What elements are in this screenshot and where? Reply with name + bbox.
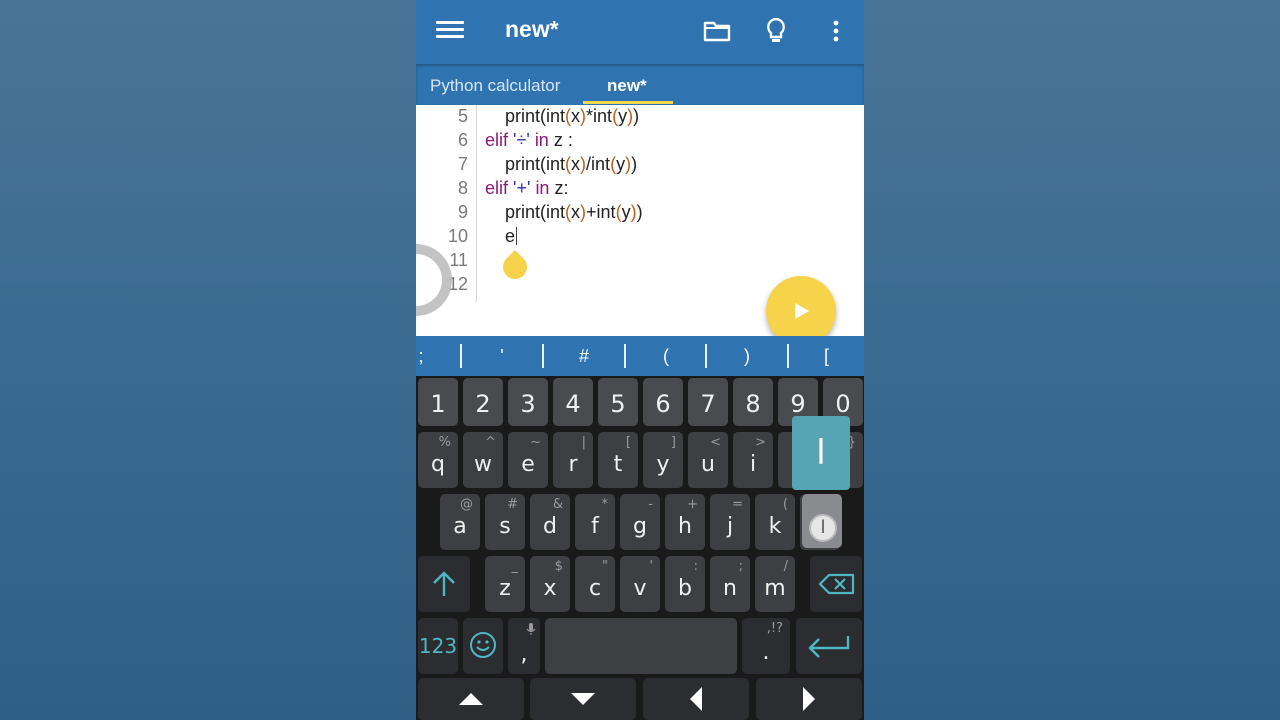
key-b[interactable]: :b <box>665 556 705 612</box>
line-code: print(int(x)*int(y)) <box>505 106 640 126</box>
line-number: 9 <box>457 202 468 222</box>
key-i[interactable]: > i <box>733 432 773 488</box>
key-r[interactable]: | r <box>553 432 593 488</box>
key-4[interactable]: 4 <box>553 378 593 426</box>
cursor-down-key[interactable] <box>530 678 636 720</box>
file-tabs: Python calculator new* <box>416 64 864 105</box>
code-editor[interactable]: 5 print(int(x)*int(y)) 6 elif '÷' in z :… <box>416 105 864 336</box>
key-2[interactable]: 2 <box>463 378 503 426</box>
enter-arrow-icon <box>808 636 850 658</box>
triangle-up-icon <box>459 693 483 705</box>
line-number: 10 <box>447 226 468 246</box>
run-button[interactable] <box>766 276 836 336</box>
app-bar: new* <box>416 0 864 64</box>
line-code: elif '+' in z: <box>485 178 569 198</box>
key-f[interactable]: * f <box>575 494 615 550</box>
key-u[interactable]: < u <box>688 432 728 488</box>
gutter-divider <box>476 105 477 302</box>
key-s[interactable]: # s <box>485 494 525 550</box>
key-8[interactable]: 8 <box>733 378 773 426</box>
period-key[interactable]: ,!? . <box>742 618 790 674</box>
shift-arrow-icon <box>433 571 455 596</box>
microphone-icon <box>526 623 536 635</box>
backspace-icon <box>818 573 855 595</box>
key-c[interactable]: " c <box>575 556 615 612</box>
cursor-right-key[interactable] <box>756 678 862 720</box>
symbol-quote[interactable]: ' <box>462 336 542 376</box>
key-t[interactable]: [t <box>598 432 638 488</box>
line-code: print(int(x)/int(y)) <box>505 154 638 174</box>
lightbulb-icon[interactable] <box>761 16 791 46</box>
key-m[interactable]: / m <box>755 556 795 612</box>
triangle-down-icon <box>571 693 595 705</box>
key-k[interactable]: (k <box>755 494 795 550</box>
phone-screen: new* Python calculator new* 5 print(int(… <box>416 0 864 720</box>
line-code: e <box>505 226 518 246</box>
app-title: new* <box>505 16 559 42</box>
line-number: 6 <box>457 130 468 150</box>
key-v[interactable]: ' v <box>620 556 660 612</box>
key-a[interactable]: @ a <box>440 494 480 550</box>
symbol-bar: ; ' # ( ) [ <box>416 336 864 376</box>
key-e[interactable]: ~ e <box>508 432 548 488</box>
emoji-key[interactable] <box>463 618 503 674</box>
key-d[interactable]: & d <box>530 494 570 550</box>
key-preview-popup: l <box>792 416 850 490</box>
key-z[interactable]: _ z <box>485 556 525 612</box>
line-number: 8 <box>457 178 468 198</box>
touch-point-indicator: l <box>809 514 837 542</box>
key-g[interactable]: -g <box>620 494 660 550</box>
key-j[interactable]: = j <box>710 494 750 550</box>
backspace-key[interactable] <box>810 556 862 612</box>
key-y[interactable]: ] y <box>643 432 683 488</box>
key-q[interactable]: % q <box>418 432 458 488</box>
key-7[interactable]: 7 <box>688 378 728 426</box>
key-3[interactable]: 3 <box>508 378 548 426</box>
more-vert-icon[interactable] <box>821 16 851 46</box>
line-number: 7 <box>457 154 468 174</box>
key-6[interactable]: 6 <box>643 378 683 426</box>
emoji-icon <box>470 632 496 658</box>
symbol-close-paren[interactable]: ) <box>707 336 787 376</box>
line-number: 5 <box>457 106 468 126</box>
enter-key[interactable] <box>796 618 862 674</box>
comma-key[interactable]: , <box>508 618 540 674</box>
symbol-hash[interactable]: # <box>544 336 624 376</box>
mode-123-key[interactable]: 123 <box>418 618 458 674</box>
play-icon <box>795 303 809 319</box>
key-x[interactable]: $ x <box>530 556 570 612</box>
folder-icon[interactable] <box>702 16 732 46</box>
cursor-drag-handle[interactable] <box>498 250 532 284</box>
space-key[interactable] <box>545 618 737 674</box>
key-1[interactable]: 1 <box>418 378 458 426</box>
key-h[interactable]: + h <box>665 494 705 550</box>
cursor-up-key[interactable] <box>418 678 524 720</box>
key-w[interactable]: ^ w <box>463 432 503 488</box>
active-tab-indicator <box>583 101 673 104</box>
line-code: elif '÷' in z : <box>485 130 573 150</box>
key-n[interactable]: ; n <box>710 556 750 612</box>
shift-key[interactable] <box>418 556 470 612</box>
tab-new[interactable]: new* <box>607 76 647 96</box>
tab-python-calculator[interactable]: Python calculator <box>430 76 560 96</box>
line-code: print(int(x)+int(y)) <box>505 202 643 222</box>
menu-icon[interactable] <box>436 18 464 46</box>
triangle-left-icon <box>690 687 702 711</box>
triangle-right-icon <box>803 687 815 711</box>
symbol-open-bracket[interactable]: [ <box>789 336 864 376</box>
cursor-left-key[interactable] <box>643 678 749 720</box>
text-caret <box>516 227 518 245</box>
key-5[interactable]: 5 <box>598 378 638 426</box>
symbol-open-paren[interactable]: ( <box>626 336 706 376</box>
symbol-semicolon[interactable]: ; <box>416 336 426 376</box>
